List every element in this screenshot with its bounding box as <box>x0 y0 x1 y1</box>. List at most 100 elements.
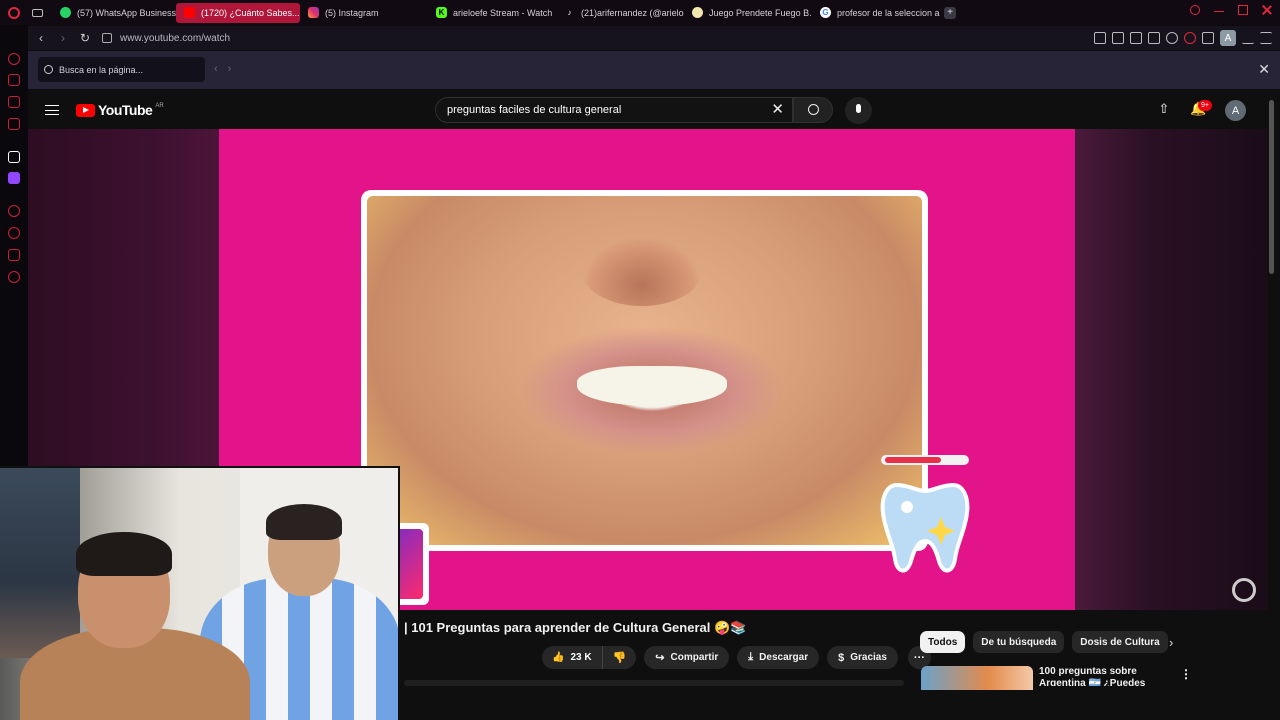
dislike-button[interactable]: 👎 <box>603 646 637 669</box>
messenger-icon[interactable] <box>8 118 20 130</box>
extensions-puzzle-icon[interactable] <box>1202 32 1214 44</box>
tab-kick[interactable]: K arieloefe Stream - Watch <box>428 3 556 23</box>
download-icon[interactable] <box>1242 32 1254 44</box>
description-box-edge <box>404 680 904 686</box>
share-label: Compartir <box>670 652 719 663</box>
instagram-sidebar-icon[interactable] <box>8 96 20 108</box>
clear-search-icon[interactable]: ✕ <box>771 102 784 118</box>
find-next-button[interactable]: › <box>228 63 232 75</box>
player-icon[interactable] <box>8 205 20 217</box>
search-query: preguntas faciles de cultura general <box>447 104 622 116</box>
tab-instagram[interactable]: (5) Instagram <box>300 3 428 23</box>
shopping-icon[interactable] <box>8 74 20 86</box>
chip-all[interactable]: Todos <box>920 631 966 653</box>
thanks-label: Gracias <box>850 652 887 663</box>
tab-label: (21)arifernandez (@arielo... <box>581 7 684 18</box>
youtube-logo[interactable]: YouTube AR <box>76 102 164 118</box>
account-avatar[interactable]: A <box>1225 100 1246 121</box>
heart-icon[interactable] <box>1166 32 1178 44</box>
instagram-icon <box>308 7 319 18</box>
tab-google[interactable]: G profesor de la seleccion a... <box>812 3 940 23</box>
opera-logo-icon[interactable] <box>0 0 28 25</box>
create-icon[interactable]: ⇧ <box>1158 102 1170 116</box>
webcam-overlay <box>0 466 400 720</box>
kick-sidebar-icon[interactable] <box>8 151 20 163</box>
tiktok-icon: ♪ <box>567 8 572 17</box>
reload-button[interactable]: ↻ <box>76 29 94 47</box>
search-icon <box>44 65 53 74</box>
youtube-icon <box>184 7 195 18</box>
whatsapp-icon <box>60 7 71 18</box>
voice-search-button[interactable] <box>845 97 872 124</box>
share-icon: ↪ <box>655 652 665 664</box>
person-right-hair <box>266 504 342 540</box>
tab-label: (57) WhatsApp Business <box>77 7 176 18</box>
find-close-button[interactable]: ✕ <box>1258 62 1270 76</box>
tab-search-icon[interactable] <box>1190 5 1200 15</box>
chevron-right-icon[interactable]: › <box>1169 635 1173 650</box>
new-tab-button[interactable]: + <box>944 6 956 19</box>
microphone-icon <box>856 104 861 113</box>
find-placeholder: Busca en la página... <box>59 64 144 75</box>
url-field[interactable]: www.youtube.com/watch <box>120 33 230 44</box>
adblock-icon[interactable] <box>1184 32 1196 44</box>
download-button[interactable]: ⤓ Descargar <box>737 646 820 669</box>
address-bar: ‹ › ↻ www.youtube.com/watch A <box>28 26 1280 50</box>
find-input[interactable]: Busca en la página... <box>38 57 205 82</box>
tab-game[interactable]: Juego Prendete Fuego B... <box>684 3 812 23</box>
back-button[interactable]: ‹ <box>32 29 50 47</box>
address-bar-actions: A <box>1094 30 1272 46</box>
recommendation-menu-icon[interactable]: ⋮ <box>1180 667 1192 681</box>
like-button[interactable]: 👍 23 K <box>542 646 603 669</box>
chip-from-search[interactable]: De tu búsqueda <box>973 631 1065 653</box>
tab-tiktok[interactable]: ♪ (21)arifernandez (@arielo... <box>556 3 685 23</box>
menu-icon[interactable] <box>45 105 59 115</box>
tab-label: Juego Prendete Fuego B... <box>709 7 812 18</box>
channel-watermark-icon[interactable] <box>1232 578 1256 602</box>
profile-avatar[interactable]: A <box>1220 30 1236 46</box>
tab-label: (5) Instagram <box>325 7 379 18</box>
workspaces-icon[interactable] <box>28 3 52 23</box>
minimize-button[interactable] <box>1214 5 1224 12</box>
snapshot-icon[interactable] <box>1112 32 1124 44</box>
extensions-icon[interactable] <box>8 249 20 261</box>
settings-icon[interactable] <box>8 271 20 283</box>
thumbs-down-icon: 👎 <box>612 652 627 664</box>
youtube-search-button[interactable] <box>793 97 833 123</box>
find-navigation: ‹ › <box>214 63 231 75</box>
thanks-button[interactable]: $ Gracias <box>827 646 898 669</box>
twitch-icon[interactable] <box>8 172 20 184</box>
share-button[interactable]: ↪ Compartir <box>644 646 730 669</box>
easy-setup-icon[interactable] <box>1260 32 1272 44</box>
close-window-button[interactable] <box>1262 5 1272 15</box>
youtube-search-input[interactable]: preguntas faciles de cultura general ✕ <box>435 97 793 123</box>
tab-youtube-active[interactable]: (1720) ¿Cuánto Sabes... <box>176 2 300 23</box>
download-arrow-icon: ⤓ <box>748 651 754 663</box>
send-icon[interactable] <box>1148 32 1160 44</box>
youtube-play-icon <box>76 103 95 117</box>
webcam-clothes-rack <box>0 468 80 658</box>
tab-whatsapp[interactable]: (57) WhatsApp Business <box>52 3 176 23</box>
player-ambient-right <box>1075 129 1268 610</box>
forward-button[interactable]: › <box>54 29 72 47</box>
chip-dosis-de-cultura[interactable]: Dosis de Cultura <box>1072 631 1168 653</box>
video-actions: 👍 23 K 👎 ↪ Compartir ⤓ Descargar $ Graci… <box>542 646 931 669</box>
recommendation-title[interactable]: 100 preguntas sobre Argentina 🇦🇷 ¿Puedes… <box>1039 666 1184 686</box>
recommendation-thumbnail[interactable] <box>921 666 1033 690</box>
page-scrollbar[interactable] <box>1269 100 1274 274</box>
notifications-badge: 9+ <box>1198 100 1212 111</box>
google-icon: G <box>820 7 831 18</box>
bookmark-icon[interactable] <box>1094 32 1106 44</box>
like-dislike-group: 👍 23 K 👎 <box>542 646 637 669</box>
find-prev-button[interactable]: ‹ <box>214 63 218 75</box>
find-in-page-bar: Busca en la página... ‹ › ✕ <box>28 51 1280 89</box>
country-code: AR <box>155 102 164 109</box>
vpn-icon[interactable] <box>1130 32 1142 44</box>
person-left-hair <box>76 532 172 576</box>
lock-icon <box>102 33 112 43</box>
history-icon[interactable] <box>8 227 20 239</box>
aria-icon[interactable] <box>8 53 20 65</box>
maximize-button[interactable] <box>1238 5 1248 15</box>
tab-strip: (57) WhatsApp Business (1720) ¿Cuánto Sa… <box>0 0 1280 25</box>
youtube-header: YouTube AR preguntas faciles de cultura … <box>28 90 1280 129</box>
